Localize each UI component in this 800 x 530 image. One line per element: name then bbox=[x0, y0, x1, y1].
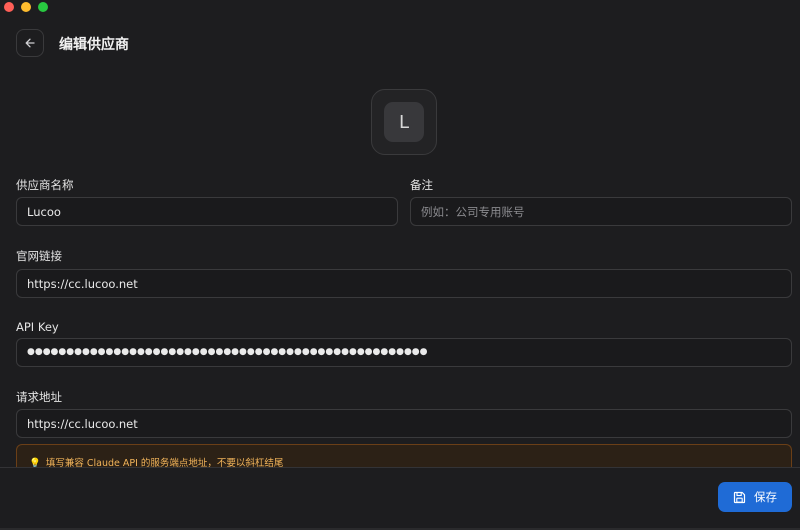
website-input[interactable] bbox=[16, 269, 792, 298]
maximize-window-button[interactable] bbox=[38, 2, 48, 12]
floppy-disk-icon bbox=[733, 491, 746, 503]
footer-bar: 保存 bbox=[0, 467, 800, 530]
save-button-label: 保存 bbox=[754, 492, 777, 504]
api-key-input[interactable]: ●●●●●●●●●●●●●●●●●●●●●●●●●●●●●●●●●●●●●●●●… bbox=[16, 338, 792, 367]
back-button[interactable] bbox=[16, 29, 44, 57]
avatar-letter: L bbox=[384, 102, 424, 142]
provider-name-label: 供应商名称 bbox=[16, 178, 74, 192]
provider-name-input[interactable] bbox=[16, 197, 398, 226]
endpoint-label: 请求地址 bbox=[16, 390, 62, 404]
website-label: 官网链接 bbox=[16, 249, 62, 263]
note-label: 备注 bbox=[410, 178, 433, 192]
provider-avatar[interactable]: L bbox=[371, 89, 437, 155]
close-window-button[interactable] bbox=[4, 2, 14, 12]
minimize-window-button[interactable] bbox=[21, 2, 31, 12]
save-button[interactable]: 保存 bbox=[718, 482, 792, 512]
arrow-left-icon bbox=[25, 38, 35, 48]
page-title: 编辑供应商 bbox=[59, 37, 129, 53]
api-key-label: API Key bbox=[16, 320, 59, 334]
endpoint-input[interactable] bbox=[16, 409, 792, 438]
window-controls bbox=[4, 2, 48, 12]
note-input[interactable] bbox=[410, 197, 792, 226]
